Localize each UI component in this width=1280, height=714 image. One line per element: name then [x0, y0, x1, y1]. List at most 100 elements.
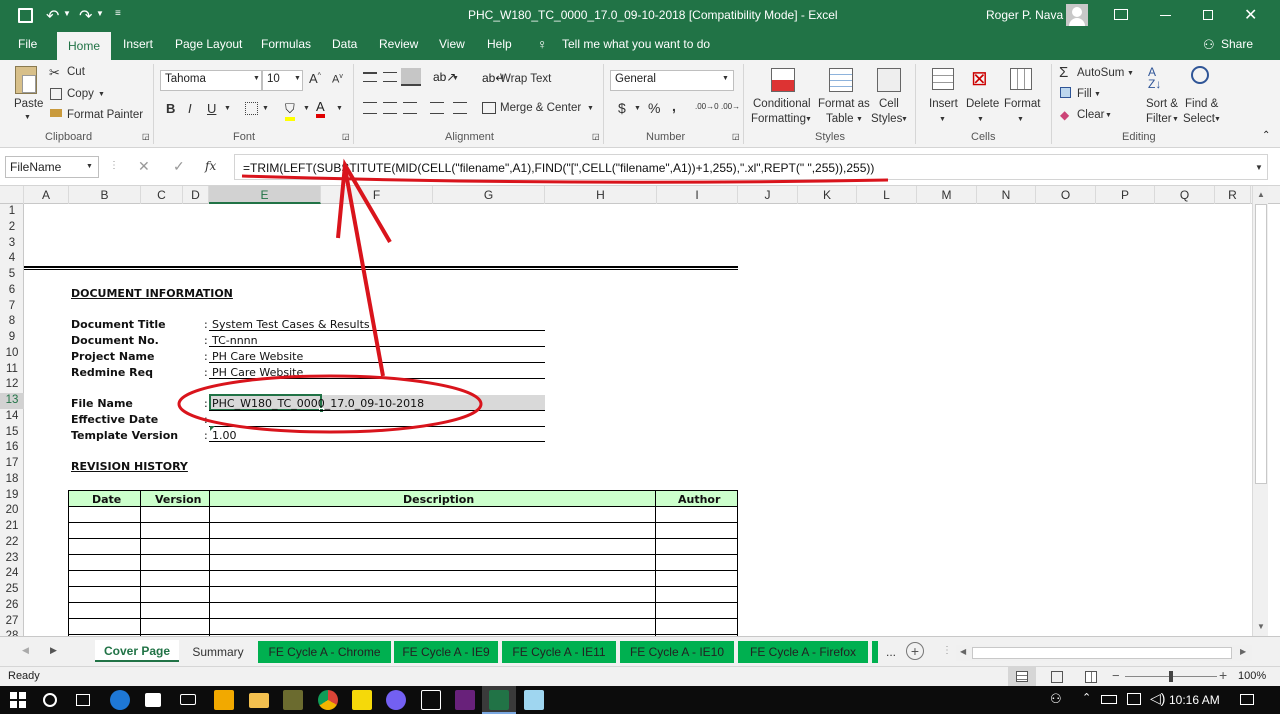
wrap-text-button[interactable]: Wrap Text	[500, 73, 551, 85]
column-header[interactable]: A	[24, 186, 69, 204]
row-header[interactable]: 2	[0, 220, 24, 236]
clear-button[interactable]: Clear	[1077, 109, 1104, 121]
sort-filter-label-2[interactable]: Filter	[1146, 113, 1172, 125]
zoom-out-icon[interactable]: −	[1112, 668, 1120, 683]
row-header[interactable]: 16	[0, 440, 24, 456]
conditional-formatting-icon[interactable]	[771, 68, 795, 92]
fill-dropdown-icon[interactable]: ▼	[1094, 91, 1101, 98]
font-name-select[interactable]: Tahoma	[160, 70, 262, 91]
column-header[interactable]: L	[857, 186, 917, 204]
row-header[interactable]: 14	[0, 409, 24, 425]
decrease-indent-icon[interactable]	[430, 102, 444, 114]
action-center-icon[interactable]	[1240, 694, 1254, 705]
row-header[interactable]: 1	[0, 204, 24, 220]
row-header[interactable]: 12	[0, 377, 24, 393]
normal-view-icon[interactable]	[1008, 667, 1036, 687]
tell-me-search[interactable]: Tell me what you want to do	[562, 37, 710, 51]
vertical-scroll-thumb[interactable]	[1255, 204, 1267, 484]
decrease-decimal-icon[interactable]: .00→	[721, 102, 740, 111]
cell-styles-label-1[interactable]: Cell	[879, 98, 899, 110]
cell-styles-icon[interactable]	[877, 68, 901, 92]
column-header[interactable]: F	[321, 186, 433, 204]
insert-dropdown-icon[interactable]: ▼	[939, 116, 946, 123]
sort-filter-icon[interactable]: A Z↓	[1148, 66, 1161, 90]
visual-studio-icon[interactable]	[455, 690, 475, 710]
share-icon[interactable]: ⚇	[1203, 37, 1215, 53]
clock[interactable]: 10:16 AM	[1169, 693, 1220, 707]
windows-start-icon[interactable]	[10, 692, 26, 708]
page-break-view-icon[interactable]	[1085, 671, 1097, 683]
sheet-tab-summary[interactable]: Summary	[182, 641, 254, 663]
row-header[interactable]: 10	[0, 346, 24, 362]
row-header[interactable]: 11	[0, 362, 24, 378]
tab-home[interactable]: Home	[57, 32, 111, 60]
tab-view[interactable]: View	[439, 37, 465, 51]
clear-dropdown-icon[interactable]: ▼	[1105, 112, 1112, 119]
scroll-up-icon[interactable]: ▲	[1257, 190, 1265, 199]
customize-qat-icon[interactable]: ≡	[115, 8, 121, 19]
format-dropdown-icon[interactable]: ▼	[1017, 116, 1024, 123]
undo-dropdown-icon[interactable]: ▼	[63, 9, 71, 18]
autosum-button[interactable]: AutoSum	[1077, 67, 1124, 79]
redo-dropdown-icon[interactable]: ▼	[96, 9, 104, 18]
tab-page-layout[interactable]: Page Layout	[175, 37, 242, 51]
restore-icon[interactable]	[1203, 10, 1213, 20]
column-header[interactable]: B	[69, 186, 141, 204]
format-as-table-label-1[interactable]: Format as	[818, 98, 870, 110]
tab-file[interactable]: File	[18, 37, 37, 51]
number-launcher-icon[interactable]: ◲	[732, 132, 740, 141]
delete-dropdown-icon[interactable]: ▼	[977, 116, 984, 123]
tray-chevron-icon[interactable]: ⌃	[1082, 691, 1091, 704]
clear-icon[interactable]: ◆	[1060, 108, 1069, 122]
vertical-scrollbar[interactable]: ▲ ▼	[1252, 186, 1268, 636]
mail-icon[interactable]	[180, 694, 196, 705]
fill-color-dropdown-icon[interactable]: ▼	[303, 105, 310, 112]
excel-icon[interactable]	[489, 690, 509, 710]
row-header[interactable]: 20	[0, 503, 24, 519]
sheet-tab-firefox[interactable]: FE Cycle A - Firefox	[738, 641, 868, 663]
number-format-select[interactable]: General	[610, 70, 734, 91]
row-header[interactable]: 21	[0, 519, 24, 535]
insert-cells-button[interactable]: Insert	[929, 98, 958, 110]
fill-color-icon[interactable]: ⛉	[285, 101, 295, 121]
increase-decimal-icon[interactable]: .00→0	[695, 102, 719, 111]
more-sheets-button[interactable]: ...	[884, 641, 898, 663]
scroll-right-icon[interactable]: ▶	[1240, 647, 1246, 656]
column-header[interactable]: E	[209, 186, 321, 204]
outlook-icon[interactable]	[214, 690, 234, 710]
column-header[interactable]: M	[917, 186, 977, 204]
network-icon[interactable]	[1127, 693, 1141, 705]
edge-icon[interactable]	[110, 690, 130, 710]
row-header[interactable]: 3	[0, 236, 24, 252]
decrease-font-icon[interactable]: Av	[332, 73, 343, 86]
zoom-in-icon[interactable]: +	[1219, 667, 1227, 683]
store-icon[interactable]	[145, 693, 161, 707]
column-header[interactable]: D	[183, 186, 209, 204]
format-as-table-label-2[interactable]: Table	[826, 113, 854, 125]
share-button[interactable]: Share	[1221, 37, 1253, 51]
column-header[interactable]: G	[433, 186, 545, 204]
row-header[interactable]: 27	[0, 614, 24, 630]
chrome-icon[interactable]	[318, 690, 338, 710]
horizontal-scrollbar[interactable]: ◀ ▶	[956, 645, 1252, 661]
comma-button[interactable]: ,	[672, 98, 676, 114]
autosum-icon[interactable]: Σ	[1059, 64, 1068, 81]
row-header[interactable]: 19	[0, 488, 24, 504]
borders-dropdown-icon[interactable]: ▼	[262, 105, 269, 112]
row-header[interactable]: 7	[0, 299, 24, 315]
sheet-tab-cover-page[interactable]: Cover Page	[95, 640, 179, 662]
increase-indent-icon[interactable]	[453, 102, 467, 114]
sheet-tab-ie9[interactable]: FE Cycle A - IE9	[394, 641, 498, 663]
column-header[interactable]: R	[1215, 186, 1251, 204]
undo-icon[interactable]: ↶	[46, 6, 59, 26]
cut-icon[interactable]: ✂	[49, 65, 60, 81]
collapse-ribbon-icon[interactable]: ⌃	[1262, 130, 1270, 141]
sort-filter-dropdown-icon[interactable]: ▼	[1172, 116, 1179, 123]
row-header[interactable]: 28	[0, 629, 24, 636]
notepad-icon[interactable]	[524, 690, 544, 710]
sheet-tab-chrome[interactable]: FE Cycle A - Chrome	[258, 641, 391, 663]
sheet-tab-ie10[interactable]: FE Cycle A - IE10	[620, 641, 734, 663]
cell-styles-dropdown-icon[interactable]: ▼	[901, 116, 908, 123]
row-header[interactable]: 5	[0, 267, 24, 283]
bold-button[interactable]: B	[166, 101, 175, 116]
